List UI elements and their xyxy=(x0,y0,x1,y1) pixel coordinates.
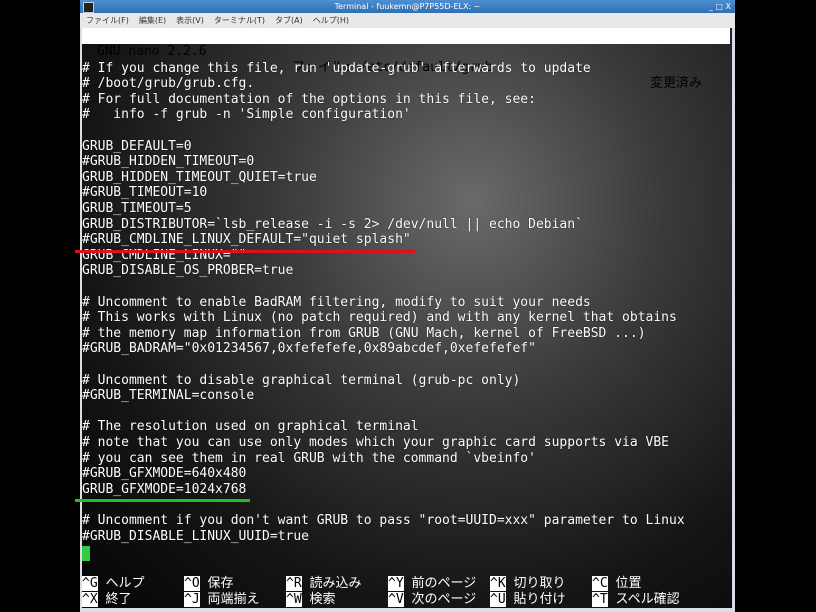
file-line: #GRUB_HIDDEN_TIMEOUT=0 xyxy=(82,154,255,170)
green-underline xyxy=(75,499,250,502)
window-title: Terminal - fuukemn@P7P55D-ELX: ~ xyxy=(334,2,481,11)
file-line: # you can see them in real GRUB with the… xyxy=(82,450,536,466)
shortcut-item[interactable]: ^K 切り取り xyxy=(490,576,566,591)
shortcut-label: 切り取り xyxy=(513,576,566,591)
file-line: # Uncomment to enable BadRAM filtering, … xyxy=(82,294,591,310)
shortcut-key: ^U xyxy=(490,592,506,607)
file-line: #GRUB_BADRAM="0x01234567,0xfefefefe,0x89… xyxy=(82,341,536,357)
window-controls[interactable]: _ □ X xyxy=(709,0,731,13)
menu-item[interactable]: ファイル(F) xyxy=(86,16,129,25)
menu-item[interactable]: ターミナル(T) xyxy=(214,16,265,25)
shortcut-label: スペル確認 xyxy=(615,592,680,607)
nano-header: GNU nano 2.2.6 ファイル: /etc/default/grub 変… xyxy=(82,28,730,91)
shortcut-label: 前のページ xyxy=(411,576,477,591)
shortcut-item[interactable]: ^Y 前のページ xyxy=(388,576,476,591)
shortcut-label: 終了 xyxy=(105,592,132,607)
file-line: # note that you can use only modes which… xyxy=(82,435,669,450)
terminal-icon xyxy=(83,2,94,13)
file-line: GRUB_DISTRIBUTOR=`lsb_release -i -s 2> /… xyxy=(82,216,583,232)
menu-item[interactable]: 編集(E) xyxy=(139,16,166,25)
shortcut-label: 貼り付け xyxy=(513,592,566,607)
file-line: # This works with Linux (no patch requir… xyxy=(82,310,677,326)
file-line: GRUB_DEFAULT=0 xyxy=(82,138,192,154)
terminal-window: Terminal - fuukemn@P7P55D-ELX: ~ _ □ X フ… xyxy=(80,0,735,612)
shortcut-key: ^K xyxy=(490,576,506,591)
shortcut-key: ^T xyxy=(592,592,608,607)
shortcut-key: ^Y xyxy=(388,576,404,591)
file-line: #GRUB_CMDLINE_LINUX_DEFAULT="quiet splas… xyxy=(82,232,411,248)
nano-editor[interactable]: GNU nano 2.2.6 ファイル: /etc/default/grub 変… xyxy=(82,28,732,608)
shortcut-key: ^X xyxy=(82,592,98,607)
file-line: GRUB_HIDDEN_TIMEOUT_QUIET=true xyxy=(82,169,317,185)
shortcut-label: 次のページ xyxy=(411,592,477,607)
file-line: # Uncomment if you don't want GRUB to pa… xyxy=(82,513,685,528)
shortcut-label: 検索 xyxy=(309,592,336,607)
shortcut-item[interactable]: ^W 検索 xyxy=(286,592,336,607)
text-cursor xyxy=(82,546,90,561)
menu-item[interactable]: タブ(A) xyxy=(275,16,303,25)
shortcut-key: ^C xyxy=(592,576,608,591)
file-line: #GRUB_DISABLE_LINUX_UUID=true xyxy=(82,528,309,544)
file-line: GRUB_TIMEOUT=5 xyxy=(82,201,192,216)
file-line: # /boot/grub/grub.cfg. xyxy=(82,76,255,92)
file-line: # the memory map information from GRUB (… xyxy=(82,325,646,341)
shortcut-label: 両端揃え xyxy=(207,592,260,607)
shortcut-item[interactable]: ^V 次のページ xyxy=(388,592,476,607)
shortcut-key: ^G xyxy=(82,576,98,591)
file-line: #GRUB_TIMEOUT=10 xyxy=(82,185,208,201)
shortcut-item[interactable]: ^O 保存 xyxy=(184,576,234,591)
shortcut-key: ^V xyxy=(388,592,404,607)
file-line: GRUB_DISABLE_OS_PROBER=true xyxy=(82,263,294,279)
shortcut-item[interactable]: ^X 終了 xyxy=(82,592,132,607)
file-line: # If you change this file, run 'update-g… xyxy=(82,60,591,76)
shortcut-item[interactable]: ^C 位置 xyxy=(592,576,642,591)
nano-version: GNU nano 2.2.6 xyxy=(97,44,207,59)
file-line: # For full documentation of the options … xyxy=(82,91,536,107)
shortcut-key: ^J xyxy=(184,592,200,607)
file-line: #GRUB_TERMINAL=console xyxy=(82,388,255,404)
shortcut-key: ^O xyxy=(184,576,200,591)
red-underline xyxy=(75,250,415,253)
file-line: GRUB_GFXMODE=1024x768 xyxy=(82,481,247,497)
modified-status: 変更済み xyxy=(649,76,702,91)
menu-item[interactable]: ヘルプ(H) xyxy=(313,16,349,25)
shortcut-key: ^R xyxy=(286,576,302,591)
file-line: #GRUB_GFXMODE=640x480 xyxy=(82,466,247,482)
shortcut-item[interactable]: ^T スペル確認 xyxy=(592,592,680,607)
shortcut-item[interactable]: ^U 貼り付け xyxy=(490,592,566,607)
shortcut-label: 位置 xyxy=(615,576,642,591)
shortcut-label: ヘルプ xyxy=(105,576,145,591)
title-bar[interactable]: Terminal - fuukemn@P7P55D-ELX: ~ _ □ X xyxy=(80,0,735,13)
file-line: # The resolution used on graphical termi… xyxy=(82,419,419,435)
menu-item[interactable]: 表示(V) xyxy=(176,16,204,25)
shortcut-label: 保存 xyxy=(207,576,234,591)
shortcut-item[interactable]: ^G ヘルプ xyxy=(82,576,145,591)
menu-bar: ファイル(F) 編集(E) 表示(V) ターミナル(T) タブ(A) ヘルプ(H) xyxy=(80,13,735,28)
shortcut-item[interactable]: ^J 両端揃え xyxy=(184,592,260,607)
file-line: # info -f grub -n 'Simple configuration' xyxy=(82,107,411,123)
shortcut-item[interactable]: ^R 読み込み xyxy=(286,576,362,591)
shortcut-key: ^W xyxy=(286,592,302,607)
file-line: # Uncomment to disable graphical termina… xyxy=(82,372,521,388)
shortcut-label: 読み込み xyxy=(309,576,362,591)
